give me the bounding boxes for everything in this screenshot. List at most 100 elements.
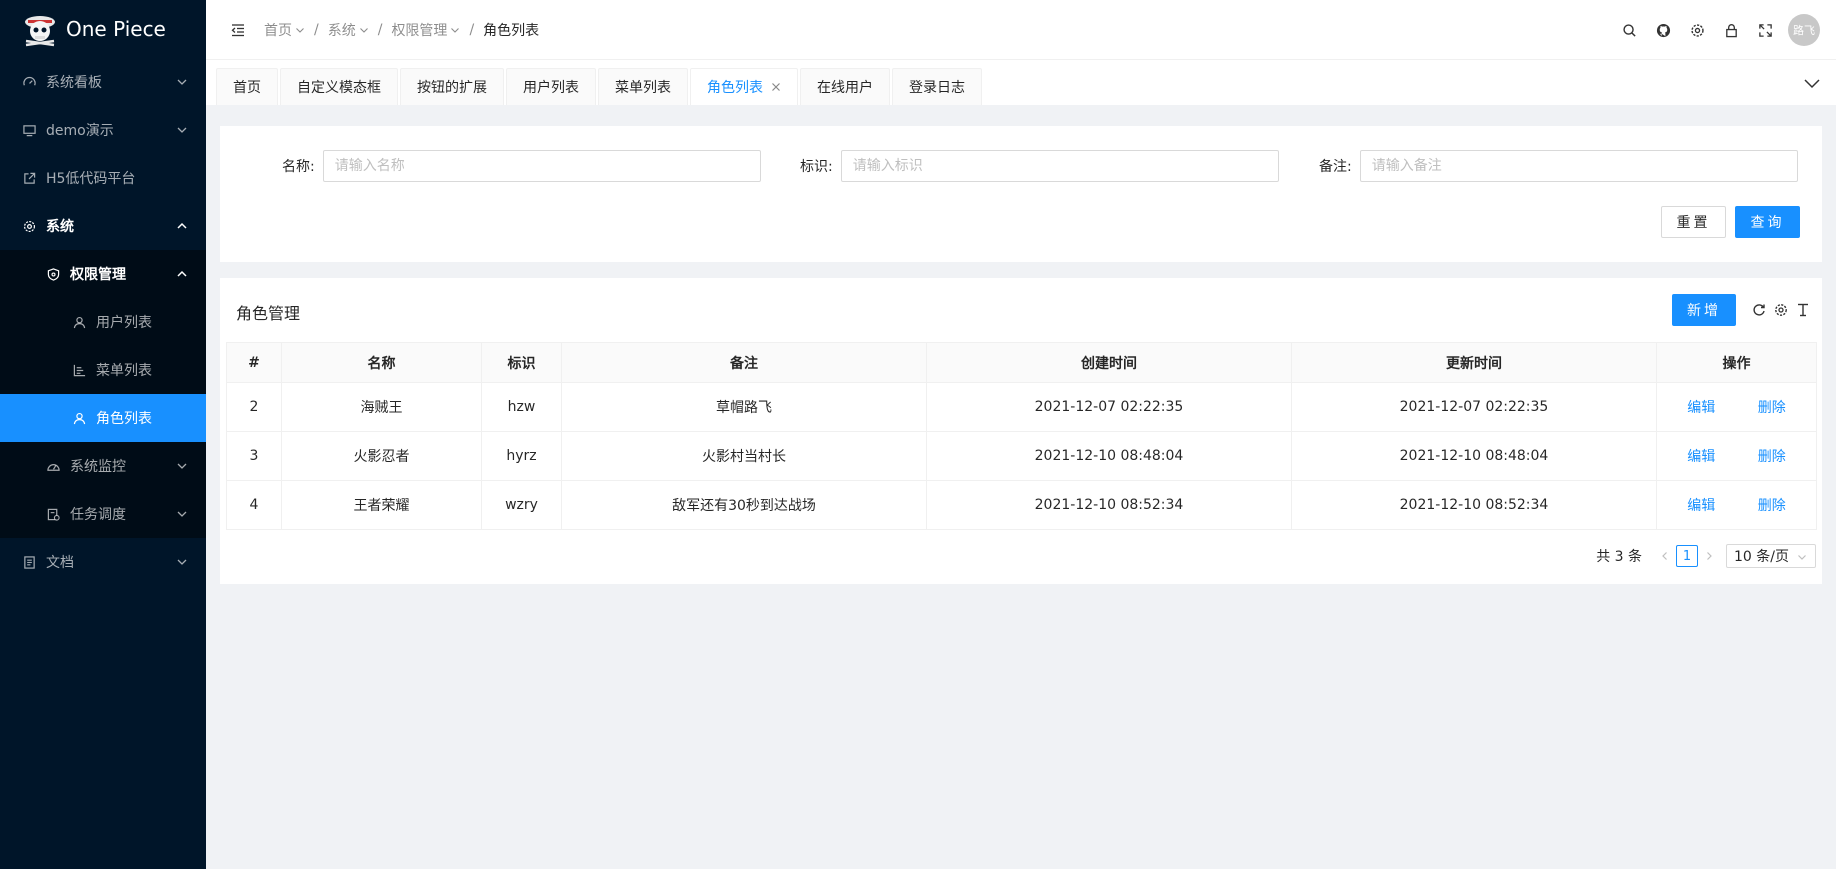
sidebar-item-permission[interactable]: 权限管理 xyxy=(0,250,206,298)
setting-icon[interactable] xyxy=(1770,299,1792,321)
schedule-icon xyxy=(46,507,60,521)
chevron-down-icon xyxy=(177,511,187,517)
cell-remark: 草帽路飞 xyxy=(561,382,927,432)
sidebar-item-label: H5低代码平台 xyxy=(46,171,136,187)
chevron-up-icon xyxy=(177,222,187,229)
user-icon xyxy=(72,315,86,329)
cell-actions: 编辑 删除 xyxy=(1656,431,1817,481)
chevron-up-icon xyxy=(177,270,187,277)
column-header-code: 标识 xyxy=(481,342,562,383)
chevron-down-icon xyxy=(177,463,187,469)
sidebar-item-schedule[interactable]: 任务调度 xyxy=(0,490,206,538)
search-icon[interactable] xyxy=(1612,13,1646,47)
avatar[interactable]: 路飞 xyxy=(1788,14,1820,46)
sidebar-item-role-list[interactable]: 角色列表 xyxy=(0,394,206,442)
column-header-remark: 备注 xyxy=(561,342,927,383)
delete-link[interactable]: 删除 xyxy=(1758,449,1786,465)
delete-link[interactable]: 删除 xyxy=(1758,400,1786,416)
reset-button[interactable]: 重置 xyxy=(1661,206,1726,238)
page-size-select[interactable]: 10 条/页 xyxy=(1726,544,1816,568)
tab-user-list[interactable]: 用户列表 xyxy=(506,68,596,105)
sidebar-item-label: 系统看板 xyxy=(46,75,102,91)
tab-menu-list[interactable]: 菜单列表 xyxy=(598,68,688,105)
sidebar-item-label: 用户列表 xyxy=(96,315,152,331)
column-header-actions: 操作 xyxy=(1656,342,1817,383)
cell-actions: 编辑 删除 xyxy=(1656,382,1817,432)
role-table: # 名称 标识 备注 创建时间 更新时间 操作 2 海贼王 hzw 草帽路飞 2… xyxy=(226,342,1817,530)
sidebar-item-menu-list[interactable]: 菜单列表 xyxy=(0,346,206,394)
lock-icon[interactable] xyxy=(1714,13,1748,47)
tab-custom-modal[interactable]: 自定义模态框 xyxy=(280,68,398,105)
delete-link[interactable]: 删除 xyxy=(1758,498,1786,514)
sidebar-item-dashboard[interactable]: 系统看板 xyxy=(0,58,206,106)
sidebar-item-label: 权限管理 xyxy=(70,267,126,283)
user-icon xyxy=(72,411,86,425)
page-number-current[interactable]: 1 xyxy=(1676,545,1698,567)
column-header-index: # xyxy=(226,342,282,383)
column-height-icon[interactable] xyxy=(1792,299,1814,321)
cell-code: hyrz xyxy=(481,431,562,481)
chevron-down-icon xyxy=(177,559,187,565)
table-row: 3 火影忍者 hyrz 火影村当村长 2021-12-10 08:48:04 2… xyxy=(226,431,1817,481)
tab-login-log[interactable]: 登录日志 xyxy=(892,68,982,105)
close-icon[interactable] xyxy=(771,82,781,92)
header: 首页 / 系统 / 权限管理 / 角色列表 路飞 xyxy=(206,0,1836,60)
page-size-value: 10 条/页 xyxy=(1734,549,1789,565)
cell-name: 王者荣耀 xyxy=(281,480,482,530)
tab-button-extension[interactable]: 按钮的扩展 xyxy=(400,68,504,105)
sidebar-item-label: 角色列表 xyxy=(96,411,152,427)
breadcrumb: 首页 / 系统 / 权限管理 / 角色列表 xyxy=(264,20,539,40)
table-row: 4 王者荣耀 wzry 敌军还有30秒到达战场 2021-12-10 08:52… xyxy=(226,480,1817,530)
sidebar-item-demo[interactable]: demo演示 xyxy=(0,106,206,154)
chevron-down-icon[interactable] xyxy=(1804,77,1820,89)
pagination: 共 3 条 1 10 条/页 xyxy=(1596,544,1816,568)
remark-field: 备注: xyxy=(1319,150,1798,182)
edit-link[interactable]: 编辑 xyxy=(1687,498,1715,514)
table-toolbar: 新增 xyxy=(1672,294,1814,326)
setting-icon[interactable] xyxy=(1680,13,1714,47)
breadcrumb-item-home[interactable]: 首页 xyxy=(264,20,305,40)
cell-updated: 2021-12-10 08:48:04 xyxy=(1291,431,1657,481)
cell-remark: 火影村当村长 xyxy=(561,431,927,481)
chart-icon xyxy=(72,363,86,377)
reload-icon[interactable] xyxy=(1748,299,1770,321)
tab-online-users[interactable]: 在线用户 xyxy=(800,68,890,105)
cell-name: 海贼王 xyxy=(281,382,482,432)
tab-role-list[interactable]: 角色列表 xyxy=(690,68,798,105)
add-role-button[interactable]: 新增 xyxy=(1672,294,1736,326)
cell-updated: 2021-12-07 02:22:35 xyxy=(1291,382,1657,432)
app-title: One Piece xyxy=(66,17,166,41)
menu-fold-icon[interactable] xyxy=(230,22,246,38)
chevron-down-icon xyxy=(451,27,460,33)
breadcrumb-item-system[interactable]: 系统 xyxy=(328,20,369,40)
sidebar-item-system[interactable]: 系统 xyxy=(0,202,206,250)
sidebar-item-user-list[interactable]: 用户列表 xyxy=(0,298,206,346)
chevron-down-icon xyxy=(177,127,187,133)
chevron-down-icon xyxy=(296,27,304,33)
tab-home[interactable]: 首页 xyxy=(216,68,278,105)
query-button[interactable]: 查询 xyxy=(1735,206,1800,238)
remark-input[interactable] xyxy=(1359,150,1798,182)
cell-index: 4 xyxy=(226,480,282,530)
sidebar-item-h5[interactable]: H5低代码平台 xyxy=(0,154,206,202)
chevron-down-icon xyxy=(359,27,368,33)
name-input[interactable] xyxy=(322,150,761,182)
breadcrumb-item-current: 角色列表 xyxy=(483,22,540,39)
breadcrumb-label: 首页 xyxy=(264,22,292,39)
edit-link[interactable]: 编辑 xyxy=(1687,449,1715,465)
next-page-icon[interactable] xyxy=(1698,545,1720,567)
fullscreen-icon[interactable] xyxy=(1748,13,1782,47)
sidebar-item-monitor[interactable]: 系统监控 xyxy=(0,442,206,490)
tab-list: 首页 自定义模态框 按钮的扩展 用户列表 菜单列表 角色列表 在线用户 登录日志 xyxy=(216,68,984,105)
prev-page-icon[interactable] xyxy=(1654,545,1676,567)
edit-link[interactable]: 编辑 xyxy=(1687,400,1715,416)
cell-remark: 敌军还有30秒到达战场 xyxy=(561,480,927,530)
breadcrumb-item-permission[interactable]: 权限管理 xyxy=(391,20,460,40)
code-input[interactable] xyxy=(840,150,1279,182)
sidebar-item-label: 系统监控 xyxy=(70,459,126,475)
breadcrumb-separator: / xyxy=(314,21,319,38)
logo[interactable]: One Piece xyxy=(0,0,206,58)
github-icon[interactable] xyxy=(1646,13,1680,47)
header-actions: 路飞 xyxy=(1612,0,1820,60)
sidebar-item-docs[interactable]: 文档 xyxy=(0,538,206,586)
